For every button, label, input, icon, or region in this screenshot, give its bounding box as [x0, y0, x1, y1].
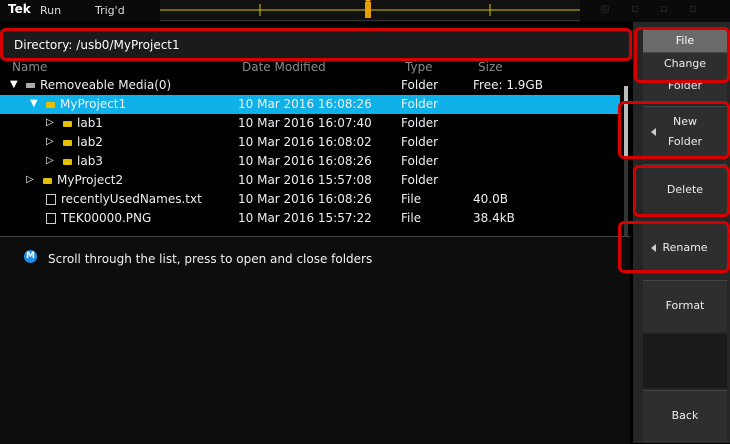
list-item[interactable]: recentlyUsedNames.txt 10 Mar 2016 16:08:… [0, 190, 620, 209]
file-icon [46, 194, 56, 205]
column-type[interactable]: Type [405, 60, 433, 74]
row-date: 10 Mar 2016 16:07:40 [238, 116, 372, 130]
list-item[interactable]: ▷ lab3 10 Mar 2016 16:08:26 Folder [0, 152, 620, 171]
row-date: 10 Mar 2016 16:08:26 [238, 97, 372, 111]
list-item[interactable]: ▷ lab2 10 Mar 2016 16:08:02 Folder [0, 133, 620, 152]
row-date: 10 Mar 2016 16:08:26 [238, 192, 372, 206]
list-item[interactable]: ▷ lab1 10 Mar 2016 16:07:40 Folder [0, 114, 620, 133]
column-name[interactable]: Name [12, 60, 47, 74]
row-date: 10 Mar 2016 15:57:08 [238, 173, 372, 187]
list-item-selected[interactable]: ▼ MyProject1 10 Mar 2016 16:08:26 Folder [0, 95, 620, 114]
format-label: Format [665, 299, 705, 312]
row-name: recentlyUsedNames.txt [61, 192, 202, 206]
back-label: Back [671, 409, 699, 422]
collapsed-arrow-icon[interactable]: ▷ [26, 174, 34, 185]
row-type: Folder [401, 173, 439, 187]
waveform-preview [160, 0, 580, 21]
settings-icon[interactable]: ◎ [600, 2, 610, 15]
expanded-arrow-icon[interactable]: ▼ [30, 98, 38, 109]
row-date: 10 Mar 2016 16:08:02 [238, 135, 372, 149]
file-list: ▼ Removeable Media(0) Folder Free: 1.9GB… [0, 76, 620, 236]
image-file-icon [46, 213, 56, 224]
highlight-rename [618, 221, 730, 273]
folder-icon [43, 177, 52, 184]
folder-icon [63, 158, 72, 165]
hint-panel [0, 236, 630, 444]
row-name: lab3 [77, 154, 103, 168]
run-status[interactable]: Run [40, 4, 61, 17]
back-button[interactable]: Back [643, 390, 727, 443]
row-date: 10 Mar 2016 16:08:26 [238, 154, 372, 168]
multipurpose-knob-icon: M [24, 250, 37, 263]
row-name: MyProject2 [57, 173, 124, 187]
folder-icon [63, 120, 72, 127]
info-icon[interactable]: ▫ [689, 2, 696, 15]
collapsed-arrow-icon[interactable]: ▷ [46, 155, 54, 166]
highlight-new-folder [618, 101, 730, 159]
trigger-status: Trig'd [95, 4, 125, 17]
top-status-bar: Tek Run Trig'd ◎ ▫ ▫ ▫ [0, 0, 730, 22]
folder-icon [46, 101, 55, 108]
row-type: Folder [401, 97, 439, 111]
list-item[interactable]: ▷ MyProject2 10 Mar 2016 15:57:08 Folder [0, 171, 620, 190]
empty-slot [643, 334, 727, 388]
row-name: MyProject1 [60, 97, 127, 111]
row-type: File [401, 211, 422, 225]
highlight-delete [633, 165, 730, 217]
waveform-preview-graphic [160, 0, 580, 18]
row-type: Folder [401, 154, 439, 168]
list-item[interactable]: ▼ Removeable Media(0) Folder Free: 1.9GB [0, 76, 620, 95]
collapsed-arrow-icon[interactable]: ▷ [46, 136, 54, 147]
help-icon[interactable]: ▫ [660, 2, 667, 15]
highlight-directory [0, 28, 632, 61]
list-item[interactable]: TEK00000.PNG 10 Mar 2016 15:57:22 File 3… [0, 209, 620, 228]
top-icons: ◎ ▫ ▫ ▫ [600, 2, 728, 20]
folder-icon [63, 139, 72, 146]
row-name: lab2 [77, 135, 103, 149]
row-size: 38.4kB [473, 211, 515, 225]
tek-logo: Tek [8, 2, 31, 16]
column-date[interactable]: Date Modified [242, 60, 326, 74]
collapsed-arrow-icon[interactable]: ▷ [46, 117, 54, 128]
row-size: Free: 1.9GB [473, 78, 543, 92]
row-name: Removeable Media(0) [40, 78, 172, 92]
hint-text: Scroll through the list, press to open a… [48, 252, 373, 266]
lock-icon[interactable]: ▫ [631, 2, 638, 15]
format-button[interactable]: Format [643, 280, 727, 332]
row-name: TEK00000.PNG [61, 211, 152, 225]
row-name: lab1 [77, 116, 103, 130]
expanded-arrow-icon[interactable]: ▼ [10, 79, 18, 90]
row-size: 40.0B [473, 192, 508, 206]
column-headers: Name Date Modified Type Size [10, 60, 630, 76]
column-size[interactable]: Size [478, 60, 503, 74]
media-icon [26, 83, 35, 88]
row-type: File [401, 192, 422, 206]
row-type: Folder [401, 116, 439, 130]
row-type: Folder [401, 78, 439, 92]
row-date: 10 Mar 2016 15:57:22 [238, 211, 372, 225]
highlight-file-change [634, 27, 730, 83]
row-type: Folder [401, 135, 439, 149]
